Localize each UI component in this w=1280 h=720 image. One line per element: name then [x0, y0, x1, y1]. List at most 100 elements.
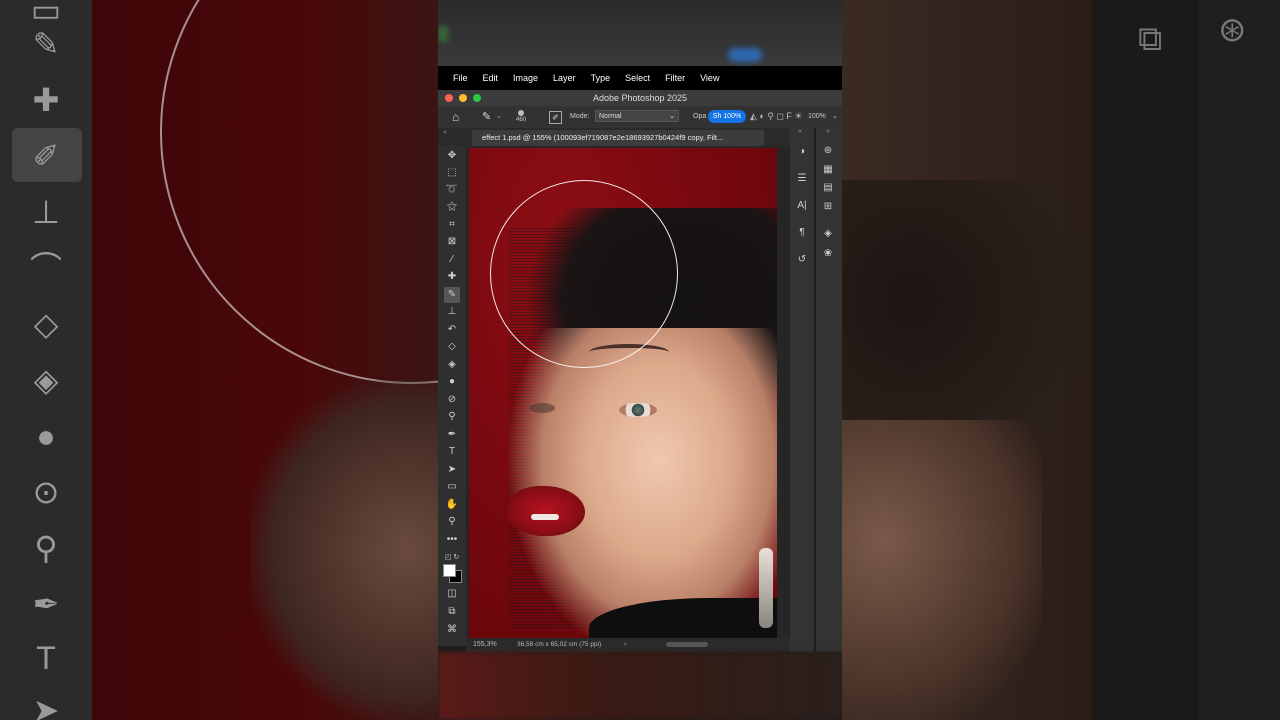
blur-highlight: [728, 48, 762, 62]
table-icon[interactable]: ▦: [820, 162, 836, 178]
document-size: 36,58 cm x 65,02 cm (75 ppi): [517, 641, 602, 648]
gradient-icon[interactable]: ▤: [820, 180, 836, 196]
document-canvas[interactable]: [469, 148, 777, 638]
pressure-icon[interactable]: ◭ ◐ ⚲ ◻ F ☀: [750, 111, 803, 122]
rectangle-icon[interactable]: ▭: [444, 479, 460, 495]
paragraph-icon[interactable]: ¶: [794, 225, 810, 241]
eraser-icon[interactable]: ◇: [444, 339, 460, 355]
menu-bar: File Edit Image Layer Type Select Filter…: [438, 66, 842, 90]
bg-pen-icon: ✒: [32, 586, 60, 622]
panel-dock-1: « ◑ ☰ A| ¶ ↺: [790, 128, 814, 652]
bg-face: [250, 380, 438, 720]
horizontal-scrollbar[interactable]: [666, 642, 708, 647]
hand-icon[interactable]: ✋: [444, 497, 460, 513]
brush-tip-icon: [518, 110, 524, 116]
collapse-icon[interactable]: «: [826, 128, 830, 135]
move-icon[interactable]: ✥: [444, 148, 460, 164]
channels-icon[interactable]: ❀: [820, 246, 836, 262]
path-select-icon[interactable]: ➤: [444, 462, 460, 478]
background-toolbar: ▭ ✎ ✚ ✐ ⊥ ⌒ ◇ ◈ ● ⊙ ⚲ ✒ T ➤: [0, 0, 92, 720]
history-brush-icon[interactable]: ↶: [444, 322, 460, 338]
pen-icon[interactable]: ✒: [444, 427, 460, 443]
dodge-tool-icon[interactable]: ⚲: [444, 409, 460, 425]
healing-brush-icon[interactable]: ✚: [444, 269, 460, 285]
adjustments-icon[interactable]: ☰: [794, 171, 810, 187]
bg-history-icon: ⌒: [29, 250, 62, 286]
zoom-level[interactable]: 155,3%: [473, 638, 497, 652]
bg-panel: ⧉ ⊛: [1138, 0, 1280, 720]
window-controls: [445, 94, 481, 102]
mode-select[interactable]: Normal ⌄: [595, 110, 679, 122]
menu-layer[interactable]: Layer: [553, 73, 576, 83]
bg-dodge-icon: ⊙: [32, 474, 60, 510]
marquee-icon[interactable]: ⬚: [444, 165, 460, 181]
bg-eyedropper-icon: ✎: [32, 26, 60, 62]
menu-file[interactable]: File: [453, 73, 468, 83]
menu-type[interactable]: Type: [591, 73, 611, 83]
top-blur: [438, 0, 842, 66]
minimize-window-button[interactable]: [459, 94, 467, 102]
clone-stamp-icon[interactable]: ⊥: [444, 304, 460, 320]
lasso-icon[interactable]: ➰: [444, 182, 460, 198]
menu-select[interactable]: Select: [625, 73, 650, 83]
canvas-area[interactable]: [466, 146, 812, 638]
smoothing-value[interactable]: 100%: [808, 113, 826, 120]
options-bar: ⌂ ✎ ⌄ 460 ✐ Mode: Normal ⌄ Opa Sh 100% ◭ …: [438, 106, 842, 128]
magic-wand-icon[interactable]: ⚝: [444, 199, 460, 215]
properties-icon[interactable]: ⊛: [820, 143, 836, 159]
foreground-color-swatch[interactable]: [443, 564, 456, 577]
more-tools-icon[interactable]: •••: [444, 532, 460, 548]
quick-mask-icon[interactable]: ◫: [444, 586, 460, 602]
screen-mode-icon[interactable]: ⧉: [444, 604, 460, 620]
document-tab[interactable]: effect 1.psd @ 155% (100093ef719087e2e18…: [472, 130, 764, 146]
opacity-label: Opa: [693, 113, 707, 120]
brush-cursor: [490, 180, 678, 368]
teeth: [531, 514, 559, 520]
close-window-button[interactable]: [445, 94, 453, 102]
document-tab-label: effect 1.psd @ 155% (100093ef719087e2e18…: [482, 133, 724, 142]
bg-skin: [842, 420, 1042, 720]
bg-select-icon: ➤: [32, 692, 60, 720]
color-icon[interactable]: ◑: [794, 144, 810, 160]
menu-filter[interactable]: Filter: [665, 73, 685, 83]
type-icon[interactable]: T: [444, 444, 460, 460]
face: [509, 328, 777, 638]
brush-size-picker[interactable]: 460: [516, 110, 526, 123]
collapse-icon[interactable]: «: [443, 129, 447, 136]
dodge-icon[interactable]: ⊘: [444, 392, 460, 408]
chevron-down-icon: ⌄: [669, 113, 675, 120]
background-left-blur: ▭ ✎ ✚ ✐ ⊥ ⌒ ◇ ◈ ● ⊙ ⚲ ✒ T ➤: [0, 0, 438, 720]
crop-icon[interactable]: ⌗: [444, 217, 460, 233]
flow-pill[interactable]: Sh 100%: [708, 110, 746, 123]
brush-preset-icon[interactable]: ✎: [482, 110, 491, 123]
status-bar: 155,3% 36,58 cm x 65,02 cm (75 ppi) ›: [466, 638, 790, 652]
blur-icon[interactable]: ●: [444, 374, 460, 390]
bg-brush-cursor: [160, 0, 438, 384]
brush-size-value: 460: [516, 117, 527, 123]
bg-type-icon: T: [36, 640, 56, 676]
bg-blur-icon: ●: [36, 418, 56, 454]
menu-image[interactable]: Image: [513, 73, 538, 83]
zoom-icon[interactable]: ⚲: [444, 514, 460, 530]
chevron-down-icon[interactable]: ⌄: [496, 112, 502, 120]
character-icon[interactable]: A|: [794, 198, 810, 214]
collapse-icon[interactable]: «: [798, 128, 802, 135]
menu-view[interactable]: View: [700, 73, 719, 83]
paint-bucket-icon[interactable]: ◈: [444, 357, 460, 373]
home-icon[interactable]: ⌂: [452, 110, 459, 124]
brush-settings-icon[interactable]: ✐: [549, 111, 562, 124]
brush-icon[interactable]: ✎: [444, 287, 460, 303]
artboard-icon[interactable]: ⌘: [444, 622, 460, 638]
grid-icon[interactable]: ⊞: [820, 199, 836, 215]
chevron-down-icon[interactable]: ⌄: [832, 112, 838, 120]
left-eye: [529, 403, 555, 413]
eyedropper-icon[interactable]: ⁄: [444, 252, 460, 268]
history-icon[interactable]: ↺: [794, 252, 810, 268]
zoom-window-button[interactable]: [473, 94, 481, 102]
layers-icon[interactable]: ◈: [820, 226, 836, 242]
frame-icon[interactable]: ⊠: [444, 234, 460, 250]
bg-stamp-icon: ⊥: [32, 194, 60, 230]
menu-edit[interactable]: Edit: [483, 73, 499, 83]
blur-highlight: [438, 26, 448, 42]
status-menu-arrow[interactable]: ›: [624, 638, 626, 652]
